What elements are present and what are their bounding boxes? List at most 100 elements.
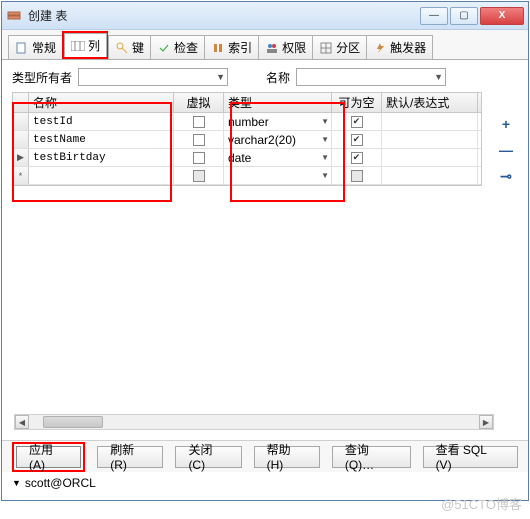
index-icon xyxy=(211,41,225,55)
tab-indexes[interactable]: 索引 xyxy=(204,35,259,59)
page-icon xyxy=(15,41,29,55)
tab-label: 列 xyxy=(88,37,100,54)
row-marker: ▶ xyxy=(13,149,29,166)
grid-row[interactable]: ▶ testBirtday date▼ ✔ xyxy=(13,149,481,167)
owner-label: 类型所有者 xyxy=(12,69,72,86)
cell-virtual[interactable] xyxy=(174,167,224,184)
apply-button[interactable]: 应用(A) xyxy=(16,446,81,468)
tab-triggers[interactable]: 触发器 xyxy=(366,35,433,59)
cell-default[interactable] xyxy=(382,113,478,130)
minimize-button[interactable]: — xyxy=(420,7,448,25)
header-virtual[interactable]: 虚拟 xyxy=(174,93,224,112)
chevron-down-icon: ▼ xyxy=(434,72,443,82)
header-name[interactable]: 名称 xyxy=(29,93,174,112)
cell-virtual[interactable] xyxy=(174,149,224,166)
maximize-button[interactable]: ▢ xyxy=(450,7,478,25)
cell-nullable[interactable]: ✔ xyxy=(332,149,382,166)
watermark: @51CTO博客 xyxy=(441,494,522,513)
cell-virtual[interactable] xyxy=(174,131,224,148)
key-icon xyxy=(115,41,129,55)
view-sql-button[interactable]: 查看 SQL (V) xyxy=(423,446,518,468)
add-row-button[interactable]: + xyxy=(498,116,514,132)
name-dropdown[interactable]: ▼ xyxy=(296,68,446,86)
row-action-buttons: + — ⊸ xyxy=(498,116,514,184)
checkbox[interactable] xyxy=(193,134,205,146)
tab-bar: 常规 列 键 检查 索引 权限 分区 触发器 xyxy=(2,30,528,60)
cell-name[interactable]: testName xyxy=(29,131,174,148)
tab-privileges[interactable]: 权限 xyxy=(258,35,313,59)
highlight-apply-button: 应用(A) xyxy=(12,442,85,472)
tab-label: 检查 xyxy=(174,39,198,56)
owner-dropdown[interactable]: ▼ xyxy=(78,68,228,86)
cell-name[interactable]: testBirtday xyxy=(29,149,174,166)
cell-virtual[interactable] xyxy=(174,113,224,130)
cell-nullable[interactable]: ✔ xyxy=(332,113,382,130)
grid-row-new[interactable]: * ▼ xyxy=(13,167,481,185)
cell-nullable[interactable] xyxy=(332,167,382,184)
tab-general[interactable]: 常规 xyxy=(8,35,63,59)
chevron-down-icon: ▼ xyxy=(321,117,329,126)
header-default[interactable]: 默认/表达式 xyxy=(382,93,478,112)
checkbox[interactable]: ✔ xyxy=(351,134,363,146)
header-nullable[interactable]: 可为空 xyxy=(332,93,382,112)
grid-header: 名称 虚拟 类型 可为空 默认/表达式 xyxy=(13,93,481,113)
tab-label: 常规 xyxy=(32,39,56,56)
cell-default[interactable] xyxy=(382,131,478,148)
titlebar: 创建 表 — ▢ X xyxy=(2,2,528,30)
chevron-down-icon: ▼ xyxy=(321,153,329,162)
window-buttons: — ▢ X xyxy=(420,7,524,25)
tab-label: 索引 xyxy=(228,39,252,56)
tab-keys[interactable]: 键 xyxy=(108,35,151,59)
window-frame: 创建 表 — ▢ X 常规 列 键 检查 索引 权限 分区 触发器 类型所有者 … xyxy=(1,1,529,501)
tab-columns[interactable]: 列 xyxy=(64,33,107,57)
cell-name[interactable] xyxy=(29,167,174,184)
scroll-right-button[interactable]: ▶ xyxy=(479,415,493,429)
columns-icon xyxy=(71,39,85,53)
tab-label: 键 xyxy=(132,39,144,56)
check-icon xyxy=(157,41,171,55)
checkbox xyxy=(351,170,363,182)
tab-label: 触发器 xyxy=(390,39,426,56)
columns-grid: 名称 虚拟 类型 可为空 默认/表达式 testId number▼ ✔ tes… xyxy=(12,92,482,186)
horizontal-scrollbar[interactable]: ◀ ▶ xyxy=(14,414,494,430)
footer-buttons: 应用(A) 刷新(R) 关闭(C) 帮助(H) 查询(Q)… 查看 SQL (V… xyxy=(2,440,528,472)
trigger-icon xyxy=(373,41,387,55)
chevron-down-icon: ▼ xyxy=(12,478,21,488)
partition-icon xyxy=(319,41,333,55)
scroll-thumb[interactable] xyxy=(43,416,103,428)
close-button[interactable]: X xyxy=(480,7,524,25)
scroll-left-button[interactable]: ◀ xyxy=(15,415,29,429)
grid-row[interactable]: testId number▼ ✔ xyxy=(13,113,481,131)
content-area: 类型所有者 ▼ 名称 ▼ 名称 虚拟 类型 可为空 默认/表达式 testId … xyxy=(2,60,528,440)
checkbox[interactable]: ✔ xyxy=(351,152,363,164)
cell-name[interactable]: testId xyxy=(29,113,174,130)
refresh-button[interactable]: 刷新(R) xyxy=(97,446,163,468)
cell-type[interactable]: date▼ xyxy=(224,149,332,166)
header-type[interactable]: 类型 xyxy=(224,93,332,112)
tab-partitions[interactable]: 分区 xyxy=(312,35,367,59)
grid-row[interactable]: testName varchar2(20)▼ ✔ xyxy=(13,131,481,149)
query-button[interactable]: 查询(Q)… xyxy=(332,446,411,468)
name-label: 名称 xyxy=(266,69,290,86)
cell-type[interactable]: number▼ xyxy=(224,113,332,130)
row-marker xyxy=(13,113,29,130)
cell-nullable[interactable]: ✔ xyxy=(332,131,382,148)
cell-default[interactable] xyxy=(382,149,478,166)
checkbox[interactable] xyxy=(193,116,205,128)
checkbox[interactable] xyxy=(193,152,205,164)
misc-row-button[interactable]: ⊸ xyxy=(498,168,514,184)
cell-type[interactable]: varchar2(20)▼ xyxy=(224,131,332,148)
row-header-corner xyxy=(13,93,29,112)
row-marker xyxy=(13,131,29,148)
tab-label: 权限 xyxy=(282,39,306,56)
cell-default[interactable] xyxy=(382,167,478,184)
close-dialog-button[interactable]: 关闭(C) xyxy=(175,446,241,468)
chevron-down-icon: ▼ xyxy=(321,171,329,180)
help-button[interactable]: 帮助(H) xyxy=(254,446,320,468)
checkbox xyxy=(193,170,205,182)
connection-label: scott@ORCL xyxy=(25,476,96,490)
cell-type[interactable]: ▼ xyxy=(224,167,332,184)
checkbox[interactable]: ✔ xyxy=(351,116,363,128)
tab-checks[interactable]: 检查 xyxy=(150,35,205,59)
remove-row-button[interactable]: — xyxy=(498,142,514,158)
